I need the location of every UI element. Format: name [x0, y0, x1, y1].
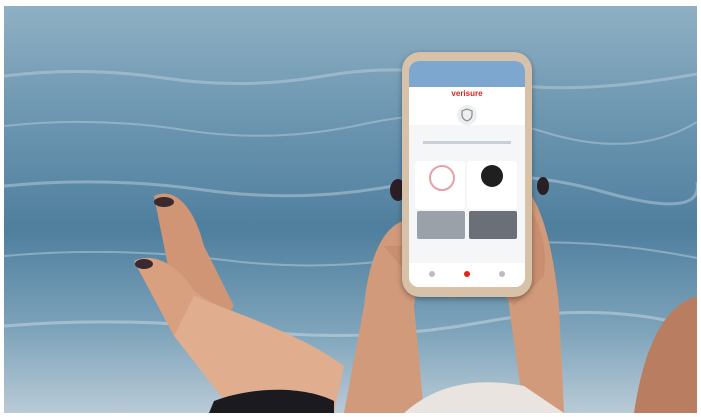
sea-waves: [4, 68, 697, 337]
phone-screen: verisure: [409, 61, 525, 287]
status-bar: [409, 61, 525, 87]
home-icon[interactable]: [481, 165, 503, 187]
tab-settings[interactable]: [499, 271, 505, 277]
status-line: [423, 141, 511, 144]
beach-photo: [4, 6, 697, 413]
brand-logo: verisure: [451, 89, 483, 98]
tab-security[interactable]: [464, 271, 470, 277]
legs: [134, 193, 344, 413]
shoulder: [634, 296, 697, 413]
scene-illustration: [4, 68, 697, 413]
shield-icon[interactable]: [457, 105, 477, 125]
lock-icon[interactable]: [429, 165, 455, 191]
camera-thumbnail[interactable]: [469, 211, 517, 239]
tab-home[interactable]: [429, 271, 435, 277]
camera-icon[interactable]: [417, 211, 465, 239]
image-frame: verisure: [0, 0, 701, 417]
